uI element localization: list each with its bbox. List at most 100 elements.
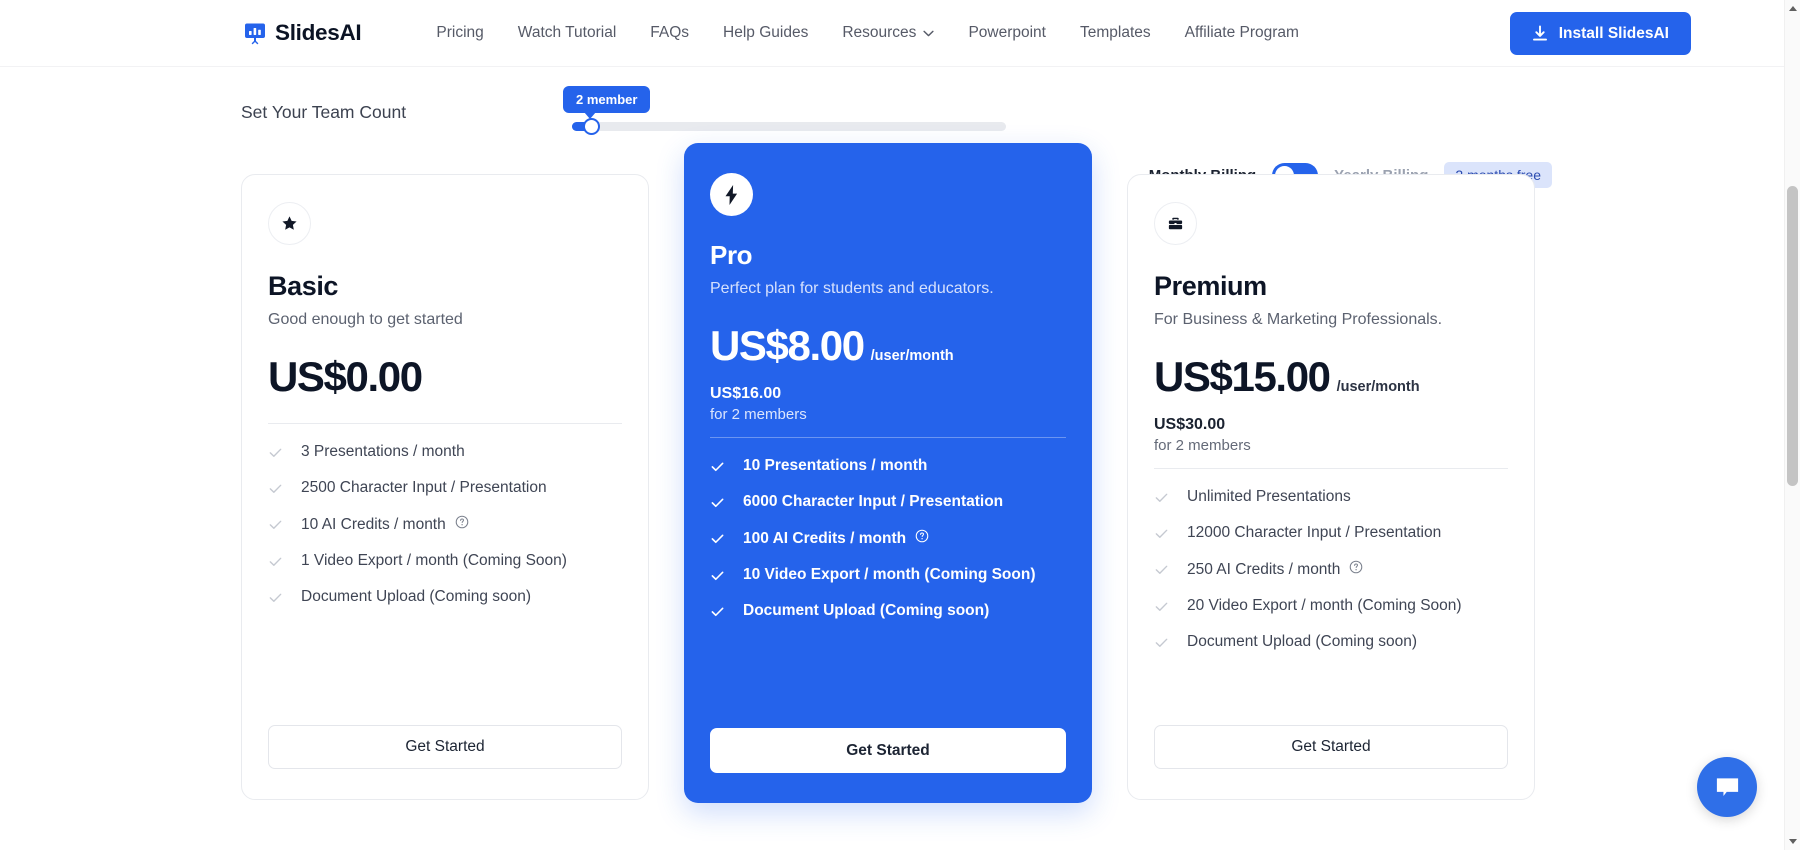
pricing-cards: Basic Good enough to get started US$0.00…	[0, 143, 1784, 803]
main-nav: Pricing Watch Tutorial FAQs Help Guides …	[419, 18, 1316, 48]
feature-item: 2500 Character Input / Presentation	[268, 479, 622, 497]
feature-item: Document Upload (Coming soon)	[710, 602, 1066, 620]
feature-text: 3 Presentations / month	[301, 443, 465, 461]
feature-item: 1 Video Export / month (Coming Soon)	[268, 552, 622, 570]
plan-price-row: US$15.00 /user/month	[1154, 353, 1508, 400]
check-icon	[268, 590, 283, 605]
feature-text: 12000 Character Input / Presentation	[1187, 524, 1442, 542]
check-icon	[710, 531, 725, 546]
page-scrollbar[interactable]	[1784, 0, 1800, 850]
chat-widget-button[interactable]	[1697, 757, 1757, 817]
feature-item: Document Upload (Coming soon)	[1154, 633, 1508, 651]
plan-subtotal: US$30.00	[1154, 416, 1226, 434]
pricing-card-pro[interactable]: Pro Perfect plan for students and educat…	[684, 143, 1092, 803]
briefcase-icon	[1154, 202, 1197, 245]
feature-text: 100 AI Credits / month	[743, 529, 929, 548]
plan-subtotal-members: for 2 members	[710, 406, 807, 424]
nav-item-powerpoint[interactable]: Powerpoint	[951, 18, 1063, 48]
nav-item-help-guides[interactable]: Help Guides	[706, 18, 825, 48]
help-circle-icon[interactable]	[1349, 560, 1363, 579]
feature-item: 3 Presentations / month	[268, 443, 622, 461]
feature-text: 6000 Character Input / Presentation	[743, 493, 1004, 511]
plan-subtotal-members: for 2 members	[1154, 437, 1251, 455]
get-started-button-premium[interactable]: Get Started	[1154, 725, 1508, 769]
slider-track[interactable]	[572, 118, 1006, 135]
divider	[1154, 468, 1508, 470]
nav-label: Resources	[842, 24, 917, 41]
check-icon	[268, 445, 283, 460]
feature-text: Document Upload (Coming soon)	[301, 588, 532, 606]
feature-text: Unlimited Presentations	[1187, 488, 1351, 506]
slider-tooltip: 2 member	[563, 86, 651, 119]
brand-name: SlidesAI	[275, 20, 362, 45]
get-started-button-basic[interactable]: Get Started	[268, 725, 622, 769]
pricing-card-premium[interactable]: Premium For Business & Marketing Profess…	[1127, 174, 1535, 800]
scroll-up-arrow-icon[interactable]	[1789, 6, 1797, 11]
check-icon	[1154, 635, 1169, 650]
check-icon	[1154, 562, 1169, 577]
install-button-label: Install SlidesAI	[1558, 24, 1669, 42]
help-circle-icon[interactable]	[455, 515, 469, 534]
get-started-button-pro[interactable]: Get Started	[710, 728, 1066, 773]
feature-text: 10 AI Credits / month	[301, 515, 469, 534]
feature-text: Document Upload (Coming soon)	[1187, 633, 1418, 651]
plan-name: Pro	[710, 240, 753, 270]
feature-text: 20 Video Export / month (Coming Soon)	[1187, 597, 1462, 615]
check-icon	[1154, 526, 1169, 541]
nav-item-faqs[interactable]: FAQs	[633, 18, 706, 48]
plan-price: US$0.00	[268, 353, 423, 400]
feature-item: 10 AI Credits / month	[268, 515, 622, 534]
nav-label: Watch Tutorial	[517, 24, 617, 41]
plan-description: Perfect plan for students and educators.	[710, 280, 994, 297]
nav-item-watch-tutorial[interactable]: Watch Tutorial	[501, 18, 634, 48]
plan-subtotal: US$16.00	[710, 385, 782, 403]
plan-description: For Business & Marketing Professionals.	[1154, 311, 1443, 328]
plan-price: US$8.00	[710, 322, 865, 369]
feature-item: 6000 Character Input / Presentation	[710, 493, 1066, 511]
brand-logo[interactable]: SlidesAI	[243, 20, 362, 46]
lightning-bolt-icon	[710, 173, 753, 216]
nav-item-affiliate-program[interactable]: Affiliate Program	[1168, 18, 1316, 48]
site-header: SlidesAI Pricing Watch Tutorial FAQs Hel…	[0, 0, 1784, 67]
check-icon	[268, 554, 283, 569]
plan-price: US$15.00	[1154, 353, 1331, 400]
divider	[268, 423, 622, 425]
feature-text: 10 Video Export / month (Coming Soon)	[743, 566, 1036, 584]
team-count-label: Set Your Team Count	[241, 102, 407, 122]
plan-price-row: US$0.00	[268, 353, 622, 400]
help-circle-icon[interactable]	[915, 529, 929, 548]
pricing-card-basic[interactable]: Basic Good enough to get started US$0.00…	[241, 174, 649, 800]
nav-item-templates[interactable]: Templates	[1063, 18, 1168, 48]
nav-label: Help Guides	[723, 24, 809, 41]
star-icon	[268, 202, 311, 245]
presentation-chart-icon	[243, 21, 267, 45]
feature-text: 2500 Character Input / Presentation	[301, 479, 547, 497]
nav-label: FAQs	[650, 24, 690, 41]
nav-label: Affiliate Program	[1184, 24, 1299, 41]
install-slidesai-button[interactable]: Install SlidesAI	[1509, 12, 1691, 55]
nav-item-pricing[interactable]: Pricing	[419, 18, 500, 48]
scrollbar-thumb[interactable]	[1787, 186, 1798, 486]
check-icon	[268, 517, 283, 532]
nav-label: Powerpoint	[968, 24, 1046, 41]
nav-label: Templates	[1079, 24, 1151, 41]
feature-item: Document Upload (Coming soon)	[268, 588, 622, 606]
feature-item: 100 AI Credits / month	[710, 529, 1066, 548]
feature-text: 10 Presentations / month	[743, 457, 928, 475]
feature-list: Unlimited Presentations 12000 Character …	[1154, 488, 1508, 651]
nav-label: Pricing	[436, 24, 484, 41]
feature-text: Document Upload (Coming soon)	[743, 602, 990, 620]
team-count-slider[interactable]: 2 member	[563, 86, 1006, 135]
plan-price-row: US$8.00 /user/month	[710, 322, 1066, 369]
feature-item: 10 Video Export / month (Coming Soon)	[710, 566, 1066, 584]
feature-label: 250 AI Credits / month	[1187, 560, 1341, 578]
scroll-down-arrow-icon[interactable]	[1789, 839, 1797, 844]
plan-description: Good enough to get started	[268, 311, 463, 328]
nav-item-resources[interactable]: Resources	[825, 18, 951, 48]
feature-text: 1 Video Export / month (Coming Soon)	[301, 552, 567, 570]
divider	[710, 437, 1066, 439]
pricing-controls: Set Your Team Count 2 member Monthly Bil…	[0, 67, 1784, 188]
check-icon	[1154, 490, 1169, 505]
slider-thumb[interactable]	[583, 118, 600, 135]
chevron-down-icon	[923, 24, 935, 42]
